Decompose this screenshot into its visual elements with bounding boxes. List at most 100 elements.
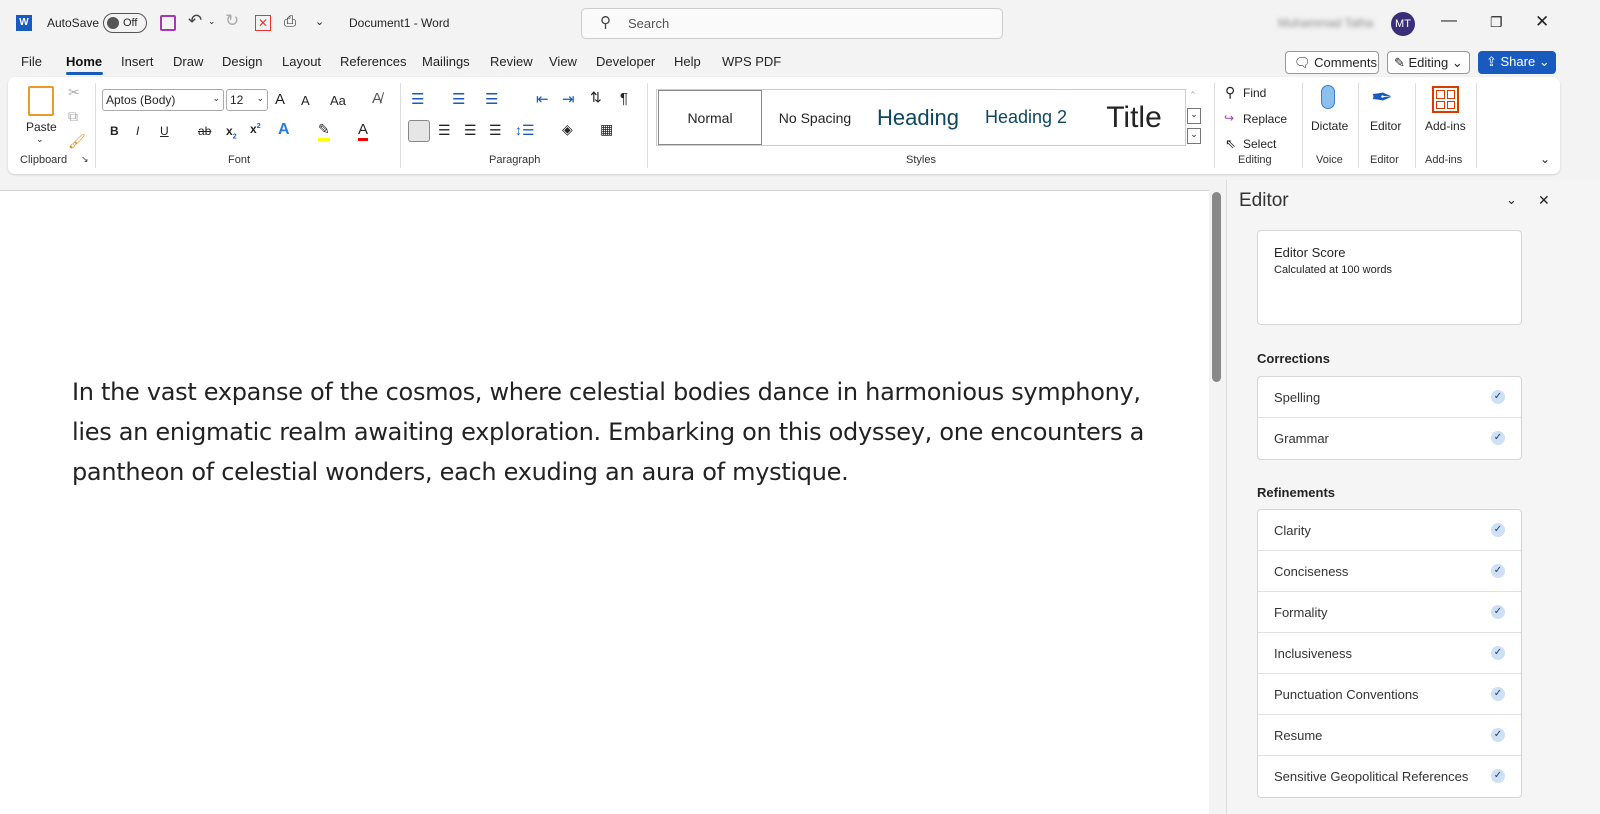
change-case-button[interactable]: Aa (330, 93, 346, 108)
line-spacing-icon[interactable]: ↕☰ (515, 122, 535, 139)
correction-spelling[interactable]: Spelling ✓ (1258, 377, 1521, 418)
paste-dropdown-icon[interactable]: ⌄ (36, 134, 44, 145)
select-button[interactable]: Select (1243, 137, 1276, 151)
restore-icon[interactable]: ❐ (1490, 14, 1503, 31)
styles-scroll-up-icon[interactable]: ⌃ (1189, 90, 1197, 101)
paste-icon[interactable] (28, 86, 54, 116)
bold-button[interactable]: B (110, 124, 119, 138)
undo-icon[interactable]: ↶ (188, 11, 202, 31)
save-icon[interactable] (160, 15, 176, 31)
pane-close-icon[interactable]: ✕ (1538, 192, 1550, 209)
format-painter-icon[interactable]: 🖌 (68, 133, 86, 150)
scrollbar-thumb[interactable] (1212, 192, 1221, 382)
comments-button[interactable]: 🗨 Comments (1285, 51, 1379, 74)
bullets-icon[interactable]: ☰ (411, 90, 424, 108)
font-name-select[interactable]: Aptos (Body) ⌄ (102, 89, 224, 111)
text-effects-icon[interactable]: A (278, 121, 290, 139)
multilevel-list-icon[interactable]: ☰ (485, 90, 498, 108)
microphone-icon[interactable] (1321, 85, 1335, 109)
justify-icon[interactable]: ☰ (489, 122, 502, 139)
subscript-button[interactable]: x2 (226, 124, 237, 140)
refinement-inclusiveness[interactable]: Inclusiveness ✓ (1258, 633, 1521, 674)
check-icon: ✓ (1491, 431, 1505, 445)
copy-icon[interactable]: ⧉ (68, 108, 78, 125)
style-no-spacing[interactable]: No Spacing (766, 90, 864, 145)
borders-icon[interactable]: ▦ (600, 121, 613, 138)
dictate-button[interactable]: Dictate (1311, 119, 1348, 133)
collapse-ribbon-icon[interactable]: ⌄ (1540, 152, 1550, 166)
refinement-clarity[interactable]: Clarity ✓ (1258, 510, 1521, 551)
underline-button[interactable]: U (160, 124, 169, 138)
print-preview-icon[interactable]: ⎙ (284, 13, 296, 30)
decrease-indent-icon[interactable]: ⇤ (536, 90, 549, 108)
sort-icon[interactable]: ⇅ (590, 89, 602, 106)
dialog-launcher-icon[interactable]: ↘ (81, 154, 89, 165)
undo-dropdown-icon[interactable]: ⌄ (208, 16, 216, 27)
align-center-icon[interactable]: ☰ (438, 122, 451, 139)
italic-button[interactable]: I (136, 124, 139, 138)
tab-design[interactable]: Design (222, 54, 262, 69)
replace-button[interactable]: Replace (1243, 112, 1287, 126)
autosave-toggle[interactable]: Off (103, 13, 147, 33)
style-heading-2[interactable]: Heading 2 (976, 90, 1076, 145)
style-normal[interactable]: Normal (658, 90, 762, 145)
check-icon: ✓ (1491, 687, 1505, 701)
refinement-resume[interactable]: Resume ✓ (1258, 715, 1521, 756)
show-formatting-button[interactable]: ¶ (620, 90, 628, 107)
tab-draw[interactable]: Draw (173, 54, 203, 69)
tab-review[interactable]: Review (490, 54, 533, 69)
refinement-formality[interactable]: Formality ✓ (1258, 592, 1521, 633)
close-icon[interactable]: ✕ (1535, 12, 1549, 32)
avatar[interactable]: MT (1391, 12, 1415, 36)
highlight-icon[interactable]: ✎ (318, 121, 330, 141)
document-body-text[interactable]: In the vast expanse of the cosmos, where… (72, 372, 1182, 492)
superscript-label: x (250, 122, 257, 136)
editor-pen-icon[interactable]: ✒ (1371, 82, 1393, 113)
tab-insert[interactable]: Insert (121, 54, 154, 69)
refinement-geopolitical[interactable]: Sensitive Geopolitical References ✓ (1258, 756, 1521, 797)
strikethrough-button[interactable]: ab (198, 124, 211, 138)
correction-grammar[interactable]: Grammar ✓ (1258, 418, 1521, 459)
superscript-button[interactable]: x2 (250, 122, 261, 136)
add-ins-button[interactable]: Add-ins (1425, 119, 1466, 133)
refinement-conciseness[interactable]: Conciseness ✓ (1258, 551, 1521, 592)
align-right-icon[interactable]: ☰ (464, 122, 477, 139)
customize-toolbar-icon[interactable]: ⌄ (315, 15, 324, 28)
shading-icon[interactable]: ◈ (562, 121, 573, 138)
tab-developer[interactable]: Developer (596, 54, 655, 69)
refinement-punctuation[interactable]: Punctuation Conventions ✓ (1258, 674, 1521, 715)
editing-mode-button[interactable]: ✎ Editing ⌄ (1387, 51, 1470, 74)
style-heading[interactable]: Heading (868, 90, 968, 145)
editor-button[interactable]: Editor (1370, 119, 1401, 133)
clear-formatting-icon[interactable]: A̸ (372, 90, 382, 107)
font-color-icon[interactable]: A (358, 121, 369, 141)
cut-icon[interactable]: ✂ (68, 84, 80, 101)
document-canvas[interactable] (0, 190, 1209, 814)
increase-indent-icon[interactable]: ⇥ (562, 90, 575, 108)
find-button[interactable]: Find (1243, 86, 1266, 100)
tab-layout[interactable]: Layout (282, 54, 321, 69)
styles-more-icon[interactable]: ⌄ (1187, 128, 1201, 144)
tab-file[interactable]: File (21, 54, 42, 69)
share-button[interactable]: ⇪ Share ⌄ (1478, 51, 1556, 74)
style-title[interactable]: Title (1084, 90, 1184, 145)
shrink-font-button[interactable]: A (301, 93, 310, 108)
styles-scroll-down-icon[interactable]: ⌄ (1187, 108, 1201, 124)
close-doc-icon[interactable]: ✕ (255, 15, 271, 31)
font-size-select[interactable]: 12 ⌄ (226, 89, 268, 111)
tab-mailings[interactable]: Mailings (422, 54, 470, 69)
search-box[interactable]: ⚲ Search (581, 8, 1003, 39)
align-left-button[interactable] (408, 120, 430, 142)
redo-icon[interactable]: ↻ (225, 11, 239, 31)
numbering-icon[interactable]: ☰ (452, 90, 465, 108)
add-ins-icon[interactable] (1432, 86, 1459, 113)
tab-wps-pdf[interactable]: WPS PDF (722, 54, 781, 69)
grow-font-button[interactable]: A (275, 91, 285, 108)
minimize-icon[interactable]: — (1441, 12, 1457, 30)
tab-references[interactable]: References (340, 54, 406, 69)
paste-button[interactable]: Paste (26, 120, 57, 134)
tab-help[interactable]: Help (674, 54, 701, 69)
tab-home[interactable]: Home (66, 54, 102, 69)
tab-view[interactable]: View (549, 54, 577, 69)
pane-options-icon[interactable]: ⌄ (1506, 192, 1517, 208)
